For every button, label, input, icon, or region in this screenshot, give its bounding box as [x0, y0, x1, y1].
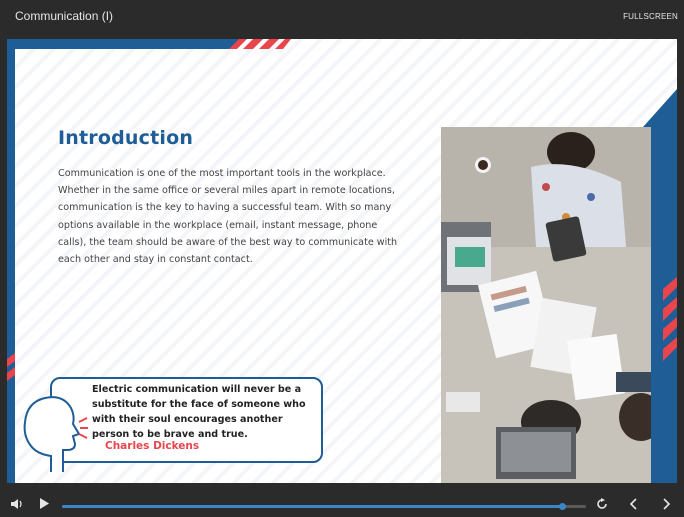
play-icon: [40, 498, 49, 509]
slide-canvas: Introduction Communication is one of the…: [7, 39, 677, 483]
next-button[interactable]: [660, 490, 674, 517]
replay-icon: [597, 497, 607, 509]
window-title: Communication (I): [15, 9, 114, 23]
player-controls: [0, 490, 684, 517]
top-bar: Communication (I) FULLSCREEN: [0, 0, 684, 36]
quote-text: Electric communication will never be a s…: [92, 384, 306, 440]
progress-fill: [62, 505, 563, 508]
progress-handle[interactable]: [559, 503, 567, 510]
previous-icon: [629, 497, 637, 510]
fullscreen-button[interactable]: FULLSCREEN: [623, 12, 678, 21]
slide-heading: Introduction: [58, 127, 194, 149]
speaking-head-icon: [23, 396, 88, 472]
volume-icon: [11, 498, 22, 509]
next-icon: [663, 497, 671, 510]
replay-button[interactable]: [594, 490, 610, 517]
progress-bar[interactable]: [62, 503, 586, 510]
volume-button[interactable]: [8, 490, 26, 517]
slide-body-text: Communication is one of the most importa…: [58, 168, 398, 266]
previous-button[interactable]: [626, 490, 640, 517]
play-button[interactable]: [36, 490, 52, 517]
quote-author: Charles Dickens: [105, 440, 200, 452]
team-meeting-photo: [441, 127, 651, 483]
